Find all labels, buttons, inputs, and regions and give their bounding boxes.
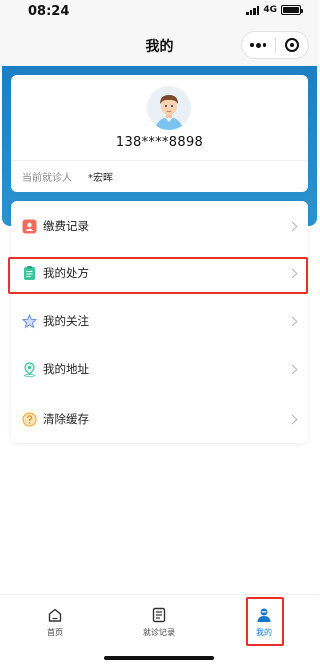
current-patient-name[interactable]: *宏晖 (88, 169, 113, 184)
menu-item-favorites[interactable]: 我的关注 (11, 298, 308, 344)
status-bar: 08:24 4G (0, 0, 319, 24)
menu-item-label: 清除缓存 (43, 412, 89, 426)
question-circle-icon (22, 412, 37, 427)
user-phone: 138****8898 (115, 135, 204, 150)
status-time: 08:24 (28, 4, 70, 19)
annotation-highlight-mine-tab (246, 597, 284, 646)
more-dots-icon[interactable] (242, 32, 275, 58)
chevron-right-icon (287, 316, 298, 326)
target-circle-icon[interactable] (275, 32, 308, 58)
mini-program-capsule (241, 31, 309, 59)
menu-item-label: 我的关注 (43, 314, 89, 328)
battery-fill (283, 7, 299, 13)
document-icon (151, 607, 167, 623)
status-indicators: 4G (246, 5, 303, 15)
tab-home[interactable]: 首页 (15, 595, 95, 651)
tab-label: 就诊记录 (143, 628, 175, 637)
avatar[interactable] (147, 86, 191, 130)
menu-item-addresses[interactable]: 我的地址 (11, 346, 308, 392)
menu-item-label: 缴费记录 (43, 219, 89, 233)
chevron-right-icon (287, 414, 298, 424)
star-icon (22, 313, 37, 329)
home-indicator (104, 656, 214, 660)
menu-item-payment-records[interactable]: 缴费记录 (11, 203, 308, 249)
current-patient-label: 当前就诊人 (22, 173, 72, 184)
network-type: 4G (263, 5, 277, 15)
menu-list: 缴费记录 我的处方 我的关注 我的地址 清除缓存 (11, 201, 308, 443)
annotation-highlight-prescriptions (8, 257, 308, 294)
chevron-right-icon (287, 364, 298, 374)
location-pin-icon (22, 361, 37, 377)
profile-card: 138****8898 当前就诊人 *宏晖 (11, 75, 308, 192)
chevron-right-icon (287, 221, 298, 231)
tab-label: 首页 (47, 628, 63, 637)
payment-record-icon (22, 219, 37, 234)
home-icon (47, 607, 63, 623)
menu-item-clear-cache[interactable]: 清除缓存 (11, 396, 308, 442)
divider (11, 160, 308, 161)
signal-icon (246, 5, 260, 15)
nav-bar: 我的 (0, 24, 319, 66)
battery-icon (281, 5, 303, 15)
menu-item-label: 我的地址 (43, 362, 89, 376)
tab-visit-records[interactable]: 就诊记录 (119, 595, 199, 651)
